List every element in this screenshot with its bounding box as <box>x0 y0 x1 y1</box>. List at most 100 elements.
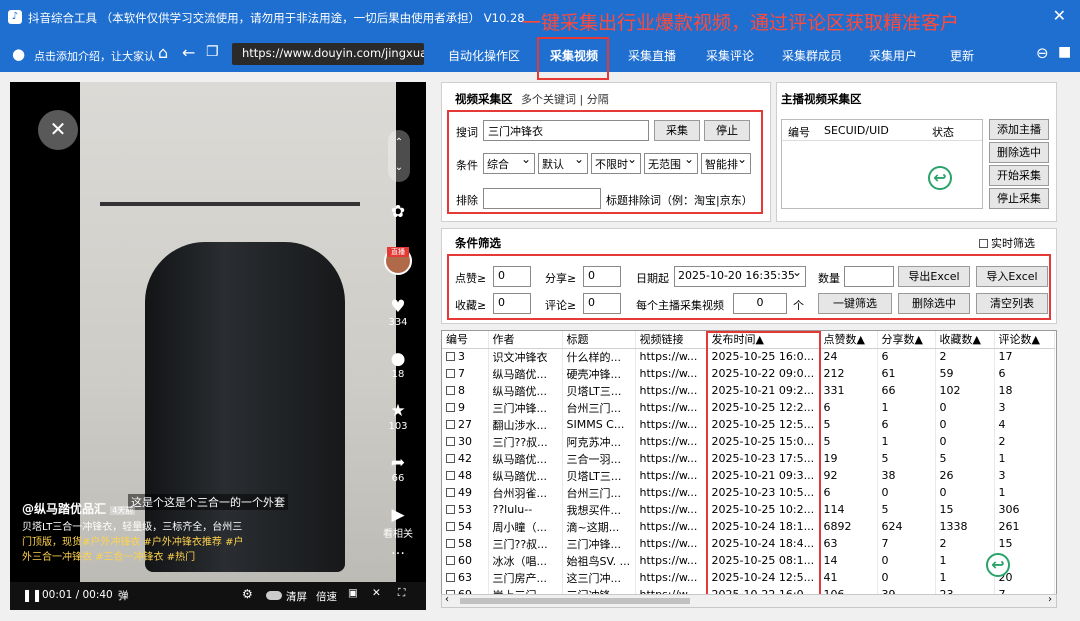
stop-button[interactable]: 停止 <box>704 120 750 141</box>
favorite-button[interactable]: ★ 103 <box>382 401 414 432</box>
keyword-input[interactable]: 三门冲锋衣 <box>483 120 649 141</box>
col-author[interactable]: 作者 <box>488 331 563 349</box>
order-select[interactable]: 默认 <box>538 153 588 174</box>
col-title[interactable]: 标题 <box>562 331 636 349</box>
url-input[interactable]: https://www.douyin.com/jingxuan <box>232 43 424 65</box>
cell-no[interactable]: 54 <box>442 518 489 535</box>
realtime-filter-checkbox[interactable]: 实时筛选 <box>979 235 1035 251</box>
range-select[interactable]: 无范围 <box>644 153 698 174</box>
settings-gear-icon[interactable]: ⚙ <box>242 587 253 601</box>
more-icon[interactable]: … <box>382 542 414 558</box>
comment-button[interactable]: ● 18 <box>382 349 414 380</box>
row-checkbox[interactable] <box>446 573 455 582</box>
delete-anchor-button[interactable]: 删除选中 <box>989 142 1049 163</box>
row-checkbox[interactable] <box>446 369 455 378</box>
import-excel-button[interactable]: 导入Excel <box>976 266 1048 287</box>
clear-list-button[interactable]: 清空列表 <box>976 293 1048 314</box>
cell-no[interactable]: 60 <box>442 552 489 569</box>
copy-icon[interactable]: ❐ <box>206 44 219 60</box>
tab-collect-group[interactable]: 采集群成员 <box>782 47 842 64</box>
minimize-icon[interactable]: ⊖ <box>1036 44 1049 62</box>
sort-select[interactable]: 综合 <box>483 153 535 174</box>
cell-no[interactable]: 7 <box>442 365 489 382</box>
smart-select[interactable]: 智能排 <box>701 153 751 174</box>
back-icon[interactable]: ← <box>182 43 195 62</box>
video-nav-arrows[interactable]: ⌃ ⌄ <box>388 130 410 182</box>
tab-collect-users[interactable]: 采集用户 <box>869 47 917 64</box>
cell-no[interactable]: 3 <box>442 348 489 365</box>
row-checkbox[interactable] <box>446 420 455 429</box>
cell-no[interactable]: 8 <box>442 382 489 399</box>
comments-input[interactable]: 0 <box>583 293 621 314</box>
add-anchor-button[interactable]: 添加主播 <box>989 119 1049 140</box>
like-button[interactable]: ♥ 334 <box>382 297 414 328</box>
pip-icon[interactable]: ▣ <box>348 587 358 599</box>
close-icon[interactable]: ✕ <box>1053 6 1066 25</box>
row-checkbox[interactable] <box>446 556 455 565</box>
row-checkbox[interactable] <box>446 352 455 362</box>
cell-no[interactable]: 27 <box>442 416 489 433</box>
start-anchor-collect-button[interactable]: 开始采集 <box>989 165 1049 186</box>
col-no[interactable]: 编号 <box>442 331 489 349</box>
user-intro[interactable]: 点击添加介绍，让大家认 <box>34 48 155 64</box>
stop-anchor-collect-button[interactable]: 停止采集 <box>989 188 1049 209</box>
cell-no[interactable]: 63 <box>442 569 489 586</box>
row-checkbox[interactable] <box>446 454 455 463</box>
cell-no[interactable]: 53 <box>442 501 489 518</box>
video-player[interactable]: ✕ ⌃ ⌄ ✿ 直播 ♥ 334 ● 18 ★ 103 ➦ 66 ▶ 看相关 … 这是个这是… <box>10 82 426 610</box>
col-shares[interactable]: 分享数▲ <box>877 331 936 349</box>
tab-collect-comments[interactable]: 采集评论 <box>706 47 754 64</box>
cell-no[interactable]: 30 <box>442 433 489 450</box>
related-button[interactable]: ▶ 看相关 <box>382 505 414 540</box>
row-checkbox[interactable] <box>446 505 455 514</box>
date-picker[interactable]: 2025-10-20 16:35:35 <box>674 266 806 287</box>
per-anchor-input[interactable]: 0 <box>733 293 787 314</box>
clear-screen-toggle[interactable] <box>266 591 282 600</box>
shares-input[interactable]: 0 <box>583 266 621 287</box>
time-select[interactable]: 不限时 <box>591 153 641 174</box>
col-favorites[interactable]: 收藏数▲ <box>935 331 995 349</box>
author-avatar[interactable]: 直播 <box>382 247 414 275</box>
col-link[interactable]: 视频链接 <box>635 331 708 349</box>
tab-collect-live[interactable]: 采集直播 <box>628 47 676 64</box>
speed-button[interactable]: 倍速 <box>316 589 337 604</box>
video-author[interactable]: @纵马踏优品汇 <box>22 502 106 516</box>
mute-icon[interactable]: ✕ <box>372 587 381 599</box>
likes-input[interactable]: 0 <box>493 266 531 287</box>
tab-update[interactable]: 更新 <box>950 47 974 64</box>
row-checkbox[interactable] <box>446 437 455 446</box>
cell-no[interactable]: 9 <box>442 399 489 416</box>
cell-no[interactable]: 49 <box>442 484 489 501</box>
danmaku-icon[interactable]: 弹 <box>118 588 129 603</box>
favorites-input[interactable]: 0 <box>493 293 531 314</box>
anchor-list[interactable]: 编号 SECUID/UID 状态 <box>781 119 983 209</box>
user-icon[interactable]: ● <box>12 45 25 63</box>
close-video-icon[interactable]: ✕ <box>38 110 78 150</box>
cell-no[interactable]: 42 <box>442 450 489 467</box>
row-checkbox[interactable] <box>446 403 455 412</box>
row-checkbox[interactable] <box>446 471 455 480</box>
home-icon[interactable]: ⌂ <box>158 43 168 62</box>
settings-icon[interactable]: ■ <box>1058 44 1071 60</box>
row-checkbox[interactable] <box>446 522 455 531</box>
delete-selected-button[interactable]: 删除选中 <box>898 293 970 314</box>
row-checkbox[interactable] <box>446 488 455 497</box>
col-likes[interactable]: 点赞数▲ <box>819 331 878 349</box>
tab-automation[interactable]: 自动化操作区 <box>448 47 520 64</box>
cell-no[interactable]: 48 <box>442 467 489 484</box>
exclude-input[interactable] <box>483 188 601 209</box>
pause-icon[interactable]: ❚❚ <box>22 588 42 602</box>
fullscreen-icon[interactable]: ⛶ <box>398 587 405 600</box>
share-button[interactable]: ➦ 66 <box>382 453 414 484</box>
follow-icon[interactable]: ✿ <box>382 202 414 222</box>
one-click-filter-button[interactable]: 一键筛选 <box>818 293 892 314</box>
collect-button[interactable]: 采集 <box>654 120 700 141</box>
row-checkbox[interactable] <box>446 539 455 548</box>
cell-no[interactable]: 58 <box>442 535 489 552</box>
col-comments[interactable]: 评论数▲ <box>994 331 1055 349</box>
row-checkbox[interactable] <box>446 386 455 395</box>
quantity-input[interactable] <box>844 266 894 287</box>
cell-author: 纵马踏优... <box>488 382 563 399</box>
horizontal-scrollbar[interactable]: ‹ › <box>441 594 1057 608</box>
export-excel-button[interactable]: 导出Excel <box>898 266 970 287</box>
